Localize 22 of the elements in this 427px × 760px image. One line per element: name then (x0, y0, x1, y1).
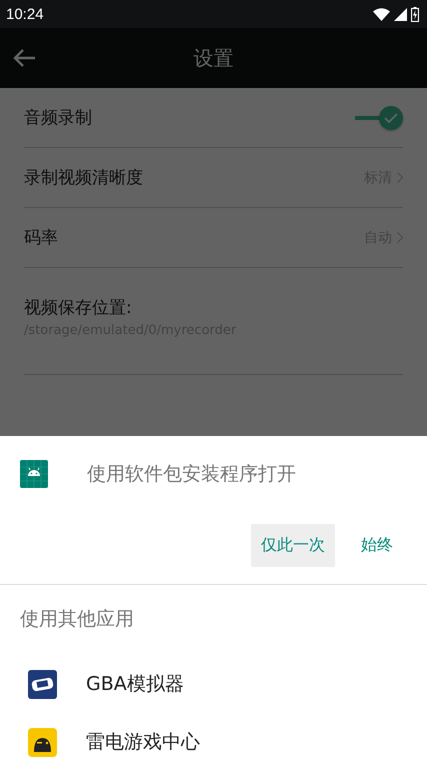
status-time: 10:24 (6, 6, 44, 22)
check-icon (384, 112, 398, 122)
setting-label: 视频保存位置: (24, 297, 132, 319)
dialog-button[interactable]: 仅此一次 (251, 524, 335, 567)
wifi-icon (373, 8, 390, 20)
setting-label: 码率 (24, 227, 58, 249)
chevron-right-icon (397, 232, 403, 243)
app-name[interactable]: GBA模拟器 (86, 671, 184, 697)
handheld-console-icon[interactable] (28, 670, 57, 698)
section-heading: 使用其他应用 (19, 607, 135, 632)
sheet-title: 使用软件包安装程序打开 (87, 462, 296, 487)
setting-label: 录制视频清晰度 (24, 167, 143, 189)
signal-icon (394, 8, 407, 20)
gamepad-icon[interactable] (28, 728, 57, 756)
dialog-button[interactable]: 始终 (351, 524, 403, 567)
back-arrow-icon[interactable] (12, 48, 36, 68)
chevron-right-icon (397, 172, 403, 183)
android-app-icon (20, 460, 48, 488)
page-title: 设置 (194, 44, 234, 72)
battery-icon (411, 6, 419, 22)
setting-label: 音频录制 (24, 107, 92, 129)
app-name[interactable]: 雷电游戏中心 (86, 729, 200, 755)
